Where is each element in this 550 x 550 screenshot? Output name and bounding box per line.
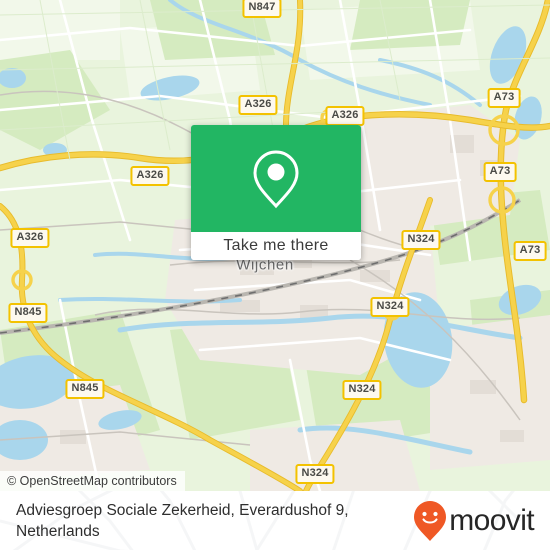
attribution-text: © OpenStreetMap contributors [7, 474, 177, 488]
road-shield: A73 [513, 241, 547, 261]
map-attribution[interactable]: © OpenStreetMap contributors [0, 471, 185, 491]
take-me-there-label: Take me there [223, 237, 329, 254]
moovit-wordmark: moovit [449, 503, 534, 537]
moovit-map-screenshot: N847 A326 A326 A73 A326 A73 A326 N324 A73 N845 N32… [0, 0, 550, 550]
road-shield: A326 [130, 166, 170, 186]
road-shield: N324 [342, 380, 382, 400]
road-shield: N324 [401, 230, 441, 250]
road-shield: A73 [483, 162, 517, 182]
road-shield: N324 [370, 297, 410, 317]
address-line-2: Netherlands [16, 522, 100, 540]
footer-content: Adviesgroep Sociale Zekerheid, Everardus… [0, 491, 550, 550]
poi-card[interactable]: Take me there [191, 125, 361, 260]
map-canvas[interactable]: N847 A326 A326 A73 A326 A73 A326 N324 A73 N845 N32… [0, 0, 550, 491]
road-shield: A326 [325, 106, 365, 126]
road-shield: A73 [487, 88, 521, 108]
footer-bar: Adviesgroep Sociale Zekerheid, Everardus… [0, 491, 550, 550]
road-shield: A326 [238, 95, 278, 115]
location-address: Adviesgroep Sociale Zekerheid, Everardus… [16, 500, 349, 542]
road-shield: N845 [65, 379, 105, 399]
map-pin-icon [253, 149, 299, 208]
poi-card-header [191, 125, 361, 232]
road-shield: N845 [8, 303, 48, 323]
take-me-there-button[interactable]: Take me there [191, 232, 361, 260]
moovit-pin-smiley-icon [414, 500, 447, 541]
moovit-logo: moovit [413, 500, 536, 542]
road-shield: A326 [10, 228, 50, 248]
road-shield: N324 [295, 464, 335, 484]
address-line-1: Adviesgroep Sociale Zekerheid, Everardus… [16, 501, 349, 519]
road-shield: N847 [242, 0, 282, 18]
